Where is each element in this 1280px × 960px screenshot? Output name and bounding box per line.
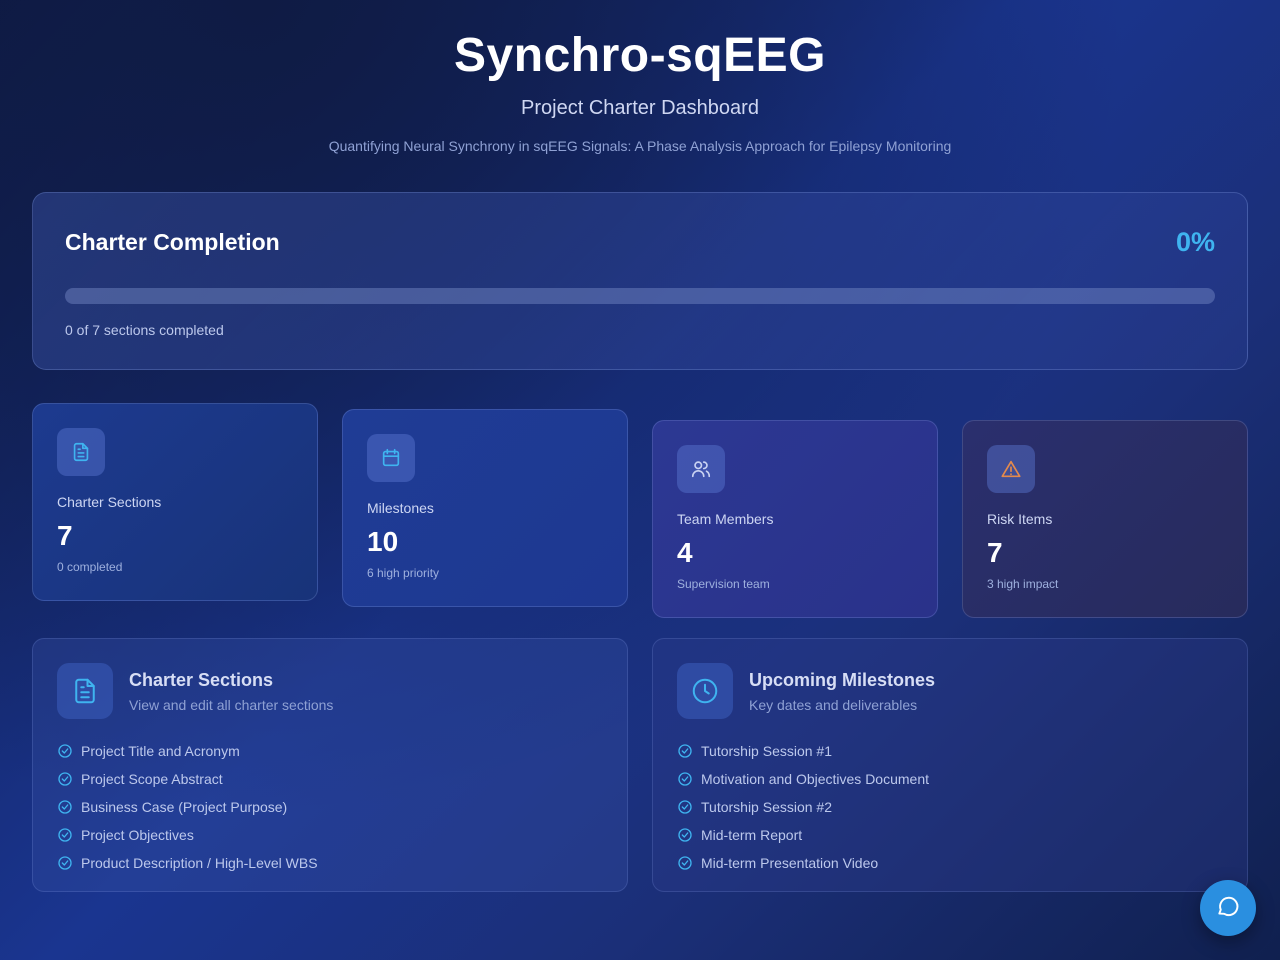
list-item[interactable]: Mid-term Presentation Video <box>677 849 1223 877</box>
stat-note: 0 completed <box>57 560 123 574</box>
document-icon <box>57 663 113 719</box>
panel-subtitle: View and edit all charter sections <box>129 696 334 713</box>
chat-button[interactable] <box>1200 880 1256 936</box>
stat-value: 7 <box>987 537 1003 568</box>
stat-label: Charter Sections <box>57 494 162 510</box>
list-item-label: Project Scope Abstract <box>81 771 223 787</box>
check-circle-icon <box>677 855 693 871</box>
list-item-label: Business Case (Project Purpose) <box>81 799 288 815</box>
document-icon <box>57 428 105 476</box>
clock-icon <box>677 663 733 719</box>
list-item-label: Project Title and Acronym <box>81 743 240 759</box>
list-item-label: Project Objectives <box>81 827 194 843</box>
stat-card-charter-sections[interactable]: Charter Sections 7 0 completed <box>32 403 318 601</box>
page-header: Synchro-sqEEG Project Charter Dashboard … <box>0 0 1280 154</box>
stat-note: 6 high priority <box>367 566 440 580</box>
warning-icon <box>987 445 1035 493</box>
stat-note: 3 high impact <box>987 577 1059 591</box>
completion-title: Charter Completion <box>65 229 280 255</box>
list-item[interactable]: Mid-term Report <box>677 821 1223 849</box>
check-circle-icon <box>57 827 73 843</box>
list-item-label: Mid-term Report <box>701 827 803 843</box>
list-item[interactable]: Tutorship Session #1 <box>677 737 1223 765</box>
check-circle-icon <box>677 827 693 843</box>
list-item-label: Product Description / High-Level WBS <box>81 855 318 871</box>
app-subtitle: Project Charter Dashboard <box>521 97 759 119</box>
check-circle-icon <box>57 855 73 871</box>
stat-card-risk-items[interactable]: Risk Items 7 3 high impact <box>962 420 1248 618</box>
charter-completion-card: Charter Completion 0% 0 of 7 sections co… <box>32 192 1248 370</box>
check-circle-icon <box>57 799 73 815</box>
check-circle-icon <box>677 771 693 787</box>
stat-note: Supervision team <box>677 577 770 591</box>
list-item-label: Motivation and Objectives Document <box>701 771 929 787</box>
list-item[interactable]: Product Description / High-Level WBS <box>57 849 603 877</box>
completion-percent: 0% <box>1175 227 1215 257</box>
stat-value: 7 <box>57 520 73 551</box>
chat-bubble-icon <box>1215 893 1241 924</box>
users-icon <box>677 445 725 493</box>
completion-summary: 0 of 7 sections completed <box>65 322 224 338</box>
panel-subtitle: Key dates and deliverables <box>749 696 918 713</box>
stat-label: Team Members <box>677 511 774 527</box>
list-item-label: Tutorship Session #1 <box>701 743 832 759</box>
list-item-label: Mid-term Presentation Video <box>701 855 879 871</box>
panel-title: Upcoming Milestones <box>749 669 936 690</box>
list-item[interactable]: Tutorship Session #2 <box>677 793 1223 821</box>
completion-progress-bar <box>65 288 1215 304</box>
list-item[interactable]: Business Case (Project Purpose) <box>57 793 603 821</box>
list-item-label: Tutorship Session #2 <box>701 799 832 815</box>
check-circle-icon <box>677 743 693 759</box>
stat-label: Milestones <box>367 500 434 516</box>
milestones-list: Tutorship Session #1 Motivation and Obje… <box>677 737 1223 877</box>
stat-card-milestones[interactable]: Milestones 10 6 high priority <box>342 409 628 607</box>
panel-title: Charter Sections <box>129 669 274 690</box>
charter-sections-list: Project Title and Acronym Project Scope … <box>57 737 603 877</box>
charter-sections-panel[interactable]: Charter Sections View and edit all chart… <box>32 638 628 892</box>
project-tagline: Quantifying Neural Synchrony in sqEEG Si… <box>328 138 952 154</box>
check-circle-icon <box>57 771 73 787</box>
stat-card-team-members[interactable]: Team Members 4 Supervision team <box>652 420 938 618</box>
check-circle-icon <box>57 743 73 759</box>
stat-value: 4 <box>677 537 693 568</box>
list-item[interactable]: Project Objectives <box>57 821 603 849</box>
upcoming-milestones-panel[interactable]: Upcoming Milestones Key dates and delive… <box>652 638 1248 892</box>
list-item[interactable]: Motivation and Objectives Document <box>677 765 1223 793</box>
calendar-icon <box>367 434 415 482</box>
stat-value: 10 <box>367 526 399 557</box>
list-item[interactable]: Project Title and Acronym <box>57 737 603 765</box>
check-circle-icon <box>677 799 693 815</box>
app-title: Synchro-sqEEG <box>454 29 826 82</box>
list-item[interactable]: Project Scope Abstract <box>57 765 603 793</box>
stat-label: Risk Items <box>987 511 1053 527</box>
